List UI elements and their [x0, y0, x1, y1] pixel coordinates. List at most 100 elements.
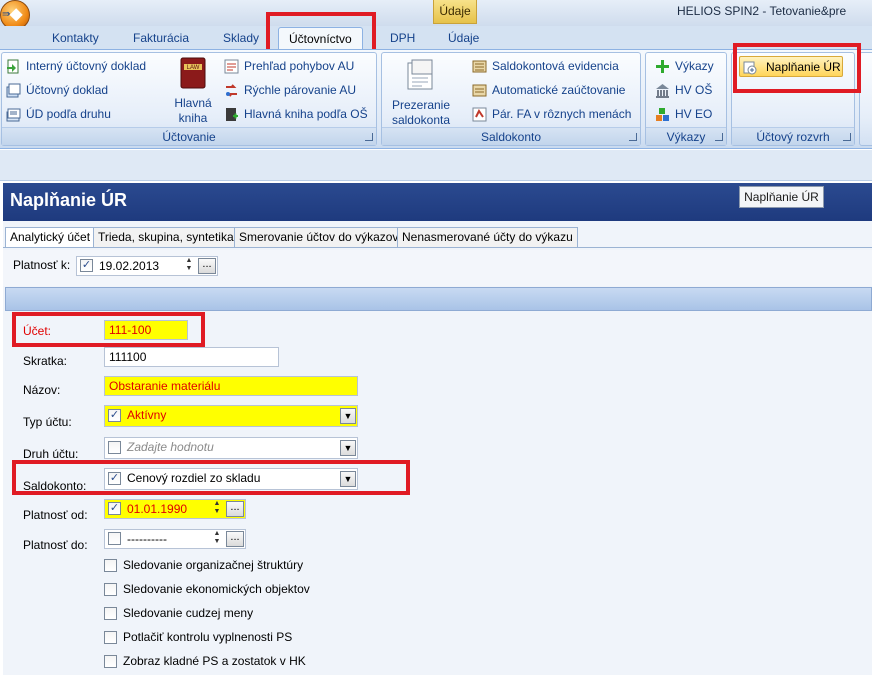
valid-to-checkbox[interactable] — [108, 532, 121, 545]
valid-to-picker-button[interactable]: ... — [226, 531, 244, 547]
quick-pairing-label: Rýchle párovanie AU — [244, 83, 357, 97]
tab-account-routing[interactable]: Smerovanie účtov do výkazov — [234, 227, 404, 248]
collapse-arrow-icon[interactable]: ⇛ — [2, 9, 10, 20]
reports-label: Výkazy — [675, 59, 714, 73]
checkbox-show-positive-ps[interactable] — [104, 655, 117, 668]
auto-posting-button[interactable]: Automatické zaúčtovanie — [470, 80, 625, 101]
account-type-label: Typ účtu: — [23, 415, 72, 429]
account-type-checkbox[interactable]: ✓ — [108, 409, 121, 422]
highlight-account — [12, 312, 205, 347]
tab-fakturacia[interactable]: Fakturácia — [123, 27, 199, 50]
checkbox-foreign-currency[interactable] — [104, 607, 117, 620]
abbreviation-field[interactable]: 111100 — [104, 347, 279, 367]
account-kind-label: Druh účtu: — [23, 447, 79, 461]
internal-document-button[interactable]: Interný účtovný doklad — [4, 56, 146, 77]
browse-saldokonto-label-2: saldokonta — [391, 113, 451, 127]
checkbox-show-positive-ps-label: Zobraz kladné PS a zostatok v HK — [123, 654, 306, 668]
account-kind-select[interactable]: Zadajte hodnotu — [104, 437, 358, 459]
movements-overview-icon — [224, 59, 239, 74]
checkbox-org-structure-label: Sledovanie organizačnej štruktúry — [123, 558, 304, 572]
browse-saldokonto-button[interactable]: Prezeranie saldokonta — [386, 58, 456, 128]
internal-document-icon — [7, 59, 19, 74]
general-ledger-button[interactable]: LAW Hlavná kniha — [168, 56, 218, 126]
pairing-arrows-icon — [226, 84, 237, 97]
account-kind-checkbox[interactable] — [108, 441, 121, 454]
valid-from-picker-button[interactable]: ... — [226, 501, 244, 517]
document-stack-icon — [6, 108, 21, 122]
tab-unrouted-accounts[interactable]: Nenasmerované účty do výkazu — [397, 227, 578, 248]
validity-checkbox[interactable]: ✓ — [80, 259, 93, 272]
checkbox-foreign-currency-label: Sledovanie cudzej meny — [123, 606, 254, 620]
law-book-icon-text: LAW — [187, 65, 200, 71]
dropdown-arrow-icon[interactable]: ▼ — [340, 408, 356, 424]
tab-analytic-account[interactable]: Analytický účet — [5, 227, 96, 248]
account-type-select[interactable]: Aktívny — [104, 405, 358, 427]
validity-spinner[interactable]: ▲ ▼ — [182, 257, 196, 275]
group-label-uctovy-rozvrh: Účtový rozvrh — [732, 127, 854, 145]
group-label-vykazy: Výkazy — [646, 127, 726, 145]
pair-invoices-currency-button[interactable]: Pár. FA v rôznych menách — [470, 104, 631, 125]
dialog-launcher-icon[interactable] — [365, 133, 373, 141]
au-movements-label: Prehľad pohybov AU — [244, 59, 355, 73]
tab-divider — [3, 247, 872, 248]
tab-dph[interactable]: DPH — [380, 27, 425, 50]
saldokonto-evidence-label: Saldokontová evidencia — [492, 59, 619, 73]
hv-eo-button[interactable]: HV EO — [653, 104, 712, 125]
section-band — [5, 287, 872, 311]
tab-class-group-synthetic[interactable]: Trieda, skupina, syntetika — [93, 227, 239, 248]
general-ledger-label-1: Hlavná — [174, 96, 212, 110]
validity-date-field[interactable]: 19.02.2013 — [76, 256, 218, 276]
hv-os-label: HV OŠ — [675, 83, 713, 97]
checkbox-org-structure[interactable] — [104, 559, 117, 572]
highlight-saldokonto — [12, 460, 410, 495]
name-field[interactable]: Obstaranie materiálu — [104, 376, 358, 396]
valid-to-spinner[interactable]: ▲ ▼ — [210, 530, 224, 548]
dialog-launcher-icon[interactable] — [843, 133, 851, 141]
pair-invoices-currency-label: Pár. FA v rôznych menách — [492, 107, 632, 121]
checkbox-economic-objects[interactable] — [104, 583, 117, 596]
law-book-icon: LAW — [180, 57, 206, 89]
dialog-launcher-icon[interactable] — [715, 133, 723, 141]
highlight-fill-button — [733, 43, 861, 93]
valid-from-checkbox[interactable]: ✓ — [108, 502, 121, 515]
tooltip: Naplňanie ÚR — [739, 186, 824, 208]
checkbox-economic-objects-label: Sledovanie ekonomických objektov — [123, 582, 310, 596]
general-ledger-label-2: kniha — [178, 111, 208, 125]
window-title: HELIOS SPIN2 - Tetovanie&pre — [677, 4, 847, 18]
ud-by-type-button[interactable]: ÚD podľa druhu — [4, 104, 111, 125]
ledger-by-os-button[interactable]: Hlavná kniha podľa OŠ — [222, 104, 368, 125]
internal-document-label: Interný účtovný doklad — [26, 59, 147, 73]
accounting-document-label: Účtovný doklad — [26, 83, 109, 97]
au-movements-button[interactable]: Prehľad pohybov AU — [222, 56, 354, 77]
checkbox-suppress-ps-check[interactable] — [104, 631, 117, 644]
checkbox-suppress-ps-check-label: Potlačiť kontrolu vyplnenosti PS — [123, 630, 293, 644]
quick-pairing-button[interactable]: Rýchle párovanie AU — [222, 80, 356, 101]
auto-posting-label: Automatické zaúčtovanie — [492, 83, 626, 97]
saldokonto-evidence-button[interactable]: Saldokontová evidencia — [470, 56, 619, 77]
name-label: Názov: — [23, 383, 61, 397]
browse-saldokonto-label-1: Prezeranie — [391, 98, 451, 112]
highlight-tab-uctovnictvo — [266, 12, 376, 54]
tab-kontakty[interactable]: Kontakty — [42, 27, 109, 50]
dropdown-arrow-icon[interactable]: ▼ — [340, 440, 356, 456]
group-label-uctovanie: Účtovanie — [2, 127, 376, 145]
valid-from-field[interactable]: 01.01.1990 — [104, 499, 246, 519]
valid-from-spinner[interactable]: ▲ ▼ — [210, 500, 224, 518]
dialog-launcher-icon[interactable] — [629, 133, 637, 141]
valid-to-field[interactable]: ---------- — [104, 529, 246, 549]
hv-eo-label: HV EO — [675, 107, 713, 121]
ledger-book-icon — [226, 108, 238, 121]
accounting-document-icon — [6, 83, 21, 98]
hv-os-button[interactable]: HV OŠ — [653, 80, 712, 101]
tab-sklady[interactable]: Sklady — [213, 27, 269, 50]
quick-access-strip — [0, 150, 872, 181]
valid-from-label: Platnosť od: — [23, 508, 88, 522]
valid-to-label: Platnosť do: — [23, 538, 88, 552]
calculator-sheet-icon — [407, 59, 433, 90]
validity-label: Platnosť k: — [13, 258, 71, 272]
tab-udaje[interactable]: Údaje — [438, 27, 489, 50]
validity-picker-button[interactable]: ... — [198, 258, 216, 274]
context-tab-label: Údaje — [433, 0, 477, 24]
reports-button[interactable]: Výkazy — [653, 56, 714, 77]
accounting-document-button[interactable]: Účtovný doklad — [4, 80, 108, 101]
